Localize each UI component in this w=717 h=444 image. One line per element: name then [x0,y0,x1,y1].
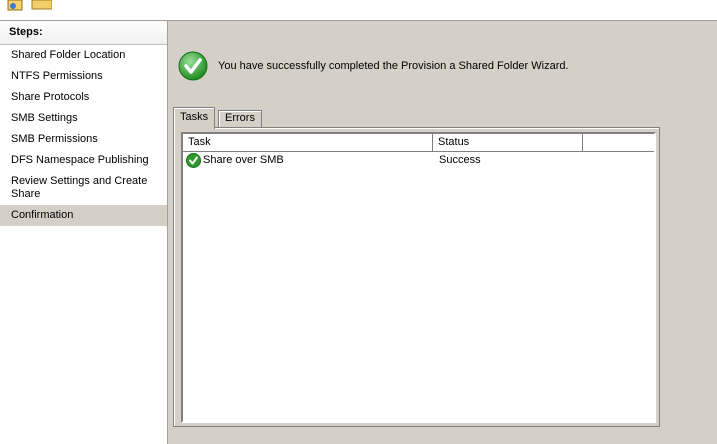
step-ntfs-permissions[interactable]: NTFS Permissions [0,66,167,87]
steps-sidebar: Steps: Shared Folder Location NTFS Permi… [0,21,168,444]
column-header-task[interactable]: Task [183,134,433,151]
list-header: Task Status [183,134,654,152]
success-check-icon [186,152,201,168]
table-row[interactable]: Share over SMB Success [183,152,654,168]
task-status: Success [439,154,481,166]
step-dfs-namespace-publishing[interactable]: DFS Namespace Publishing [0,150,167,171]
tasks-panel: Task Status Share over SMB Success [173,127,660,427]
column-header-empty[interactable] [583,134,654,151]
main-panel: You have successfully completed the Prov… [168,21,717,444]
step-confirmation[interactable]: Confirmation [0,205,167,226]
steps-title: Steps: [0,21,167,45]
tab-errors[interactable]: Errors [218,110,262,127]
wizard-header [0,0,717,21]
completion-message: You have successfully completed the Prov… [218,60,569,72]
success-check-icon [178,51,208,81]
step-shared-folder-location[interactable]: Shared Folder Location [0,45,167,66]
column-header-status[interactable]: Status [433,134,583,151]
task-name: Share over SMB [203,154,284,166]
step-smb-permissions[interactable]: SMB Permissions [0,129,167,150]
tasks-list: Task Status Share over SMB Success [181,132,656,423]
step-review-settings[interactable]: Review Settings and Create Share [0,171,160,205]
task-cell: Share over SMB [183,152,433,168]
shared-folder-icon [7,0,52,11]
step-share-protocols[interactable]: Share Protocols [0,87,167,108]
tab-tasks[interactable]: Tasks [173,107,216,129]
step-smb-settings[interactable]: SMB Settings [0,108,167,129]
